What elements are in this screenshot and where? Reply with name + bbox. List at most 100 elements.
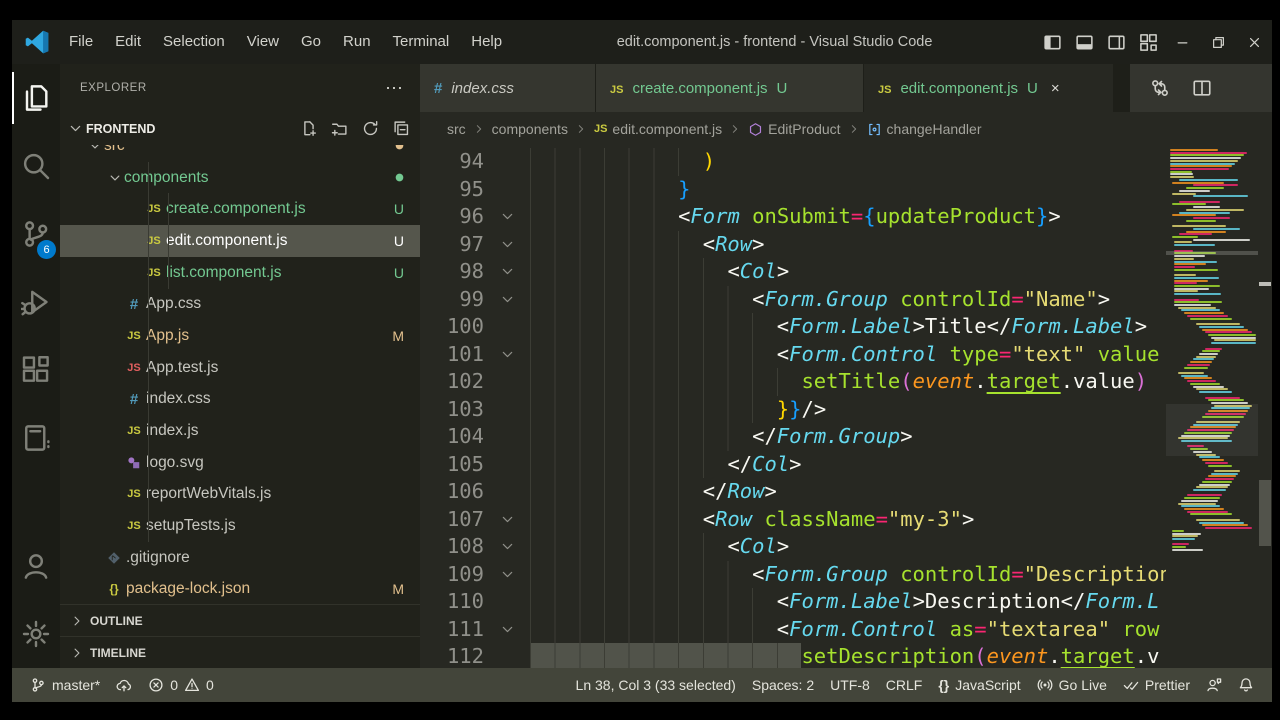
code-line-111[interactable]: 111<Form.Control as="textarea" row <box>420 616 1272 644</box>
code-line-110[interactable]: 110<Form.Label>Description</Form.L <box>420 588 1272 616</box>
file-index.css[interactable]: #index.css <box>60 384 420 416</box>
status-encoding[interactable]: UTF-8 <box>822 677 878 693</box>
breadcrumb-EditProduct[interactable]: EditProduct <box>748 121 840 137</box>
code-line-105[interactable]: 105</Col> <box>420 451 1272 479</box>
activity-source-control-icon[interactable]: 6 <box>12 200 60 268</box>
fold-chevron-icon[interactable] <box>484 203 530 231</box>
code-line-94[interactable]: 94) <box>420 148 1272 176</box>
code-line-106[interactable]: 106</Row> <box>420 478 1272 506</box>
fold-chevron-icon[interactable] <box>484 506 530 534</box>
timeline-section[interactable]: TIMELINE <box>60 636 420 668</box>
file-setupTests.js[interactable]: JSsetupTests.js <box>60 510 420 542</box>
breadcrumb-components[interactable]: components <box>492 121 568 137</box>
status-go-live[interactable]: Go Live <box>1029 677 1115 693</box>
open-changes-icon[interactable] <box>1150 78 1170 98</box>
code-line-101[interactable]: 101<Form.Control type="text" value <box>420 341 1272 369</box>
fold-chevron-icon[interactable] <box>484 616 530 644</box>
tab-create.component.js[interactable]: JScreate.component.jsU <box>596 64 864 112</box>
layout-sidebar-right-icon[interactable] <box>1100 26 1132 58</box>
tab-edit.component.js[interactable]: JSedit.component.jsU× <box>864 64 1114 112</box>
code-line-99[interactable]: 99<Form.Group controlId="Name"> <box>420 286 1272 314</box>
fold-chevron-icon[interactable] <box>484 341 530 369</box>
code-line-104[interactable]: 104</Form.Group> <box>420 423 1272 451</box>
menu-run[interactable]: Run <box>332 20 382 64</box>
code-line-95[interactable]: 95} <box>420 176 1272 204</box>
scrollbar-thumb[interactable] <box>1259 480 1271 546</box>
file-edit.component.js[interactable]: JSedit.component.jsU <box>60 225 420 257</box>
minimize-button[interactable] <box>1164 20 1200 64</box>
breadcrumb-changeHandler[interactable]: changeHandler <box>867 121 982 137</box>
code-line-98[interactable]: 98<Col> <box>420 258 1272 286</box>
code-line-103[interactable]: 103}}/> <box>420 396 1272 424</box>
status-eol[interactable]: CRLF <box>878 677 931 693</box>
folder-src[interactable]: src <box>60 145 420 162</box>
file-App.css[interactable]: #App.css <box>60 288 420 320</box>
split-editor-icon[interactable] <box>1192 78 1212 98</box>
code-line-100[interactable]: 100<Form.Label>Title</Form.Label> <box>420 313 1272 341</box>
file-index.js[interactable]: JSindex.js <box>60 415 420 447</box>
file-reportWebVitals.js[interactable]: JSreportWebVitals.js <box>60 479 420 511</box>
status-notifications[interactable] <box>1230 677 1262 693</box>
activity-explorer-icon[interactable] <box>12 64 60 132</box>
code-editor[interactable]: 94)95}96<Form onSubmit={updateProduct}>9… <box>420 146 1272 668</box>
breadcrumb-src[interactable]: src <box>447 121 466 137</box>
activity-run-debug-icon[interactable] <box>12 268 60 336</box>
layout-panel-icon[interactable] <box>1068 26 1100 58</box>
editor-scrollbar[interactable] <box>1258 146 1272 668</box>
new-folder-icon[interactable] <box>331 120 348 137</box>
minimap[interactable] <box>1166 146 1258 668</box>
file-create.component.js[interactable]: JScreate.component.jsU <box>60 193 420 225</box>
code-line-109[interactable]: 109<Form.Group controlId="Description" <box>420 561 1272 589</box>
close-button[interactable] <box>1236 20 1272 64</box>
breadcrumb-edit.component.js[interactable]: JSedit.component.js <box>594 121 722 137</box>
menu-help[interactable]: Help <box>460 20 513 64</box>
tab-close-icon[interactable]: × <box>1051 80 1060 97</box>
code-line-96[interactable]: 96<Form onSubmit={updateProduct}> <box>420 203 1272 231</box>
code-line-102[interactable]: 102setTitle(event.target.value) <box>420 368 1272 396</box>
code-line-107[interactable]: 107<Row className="my-3"> <box>420 506 1272 534</box>
workspace-section-header[interactable]: FRONTEND <box>60 112 420 145</box>
file-list.component.js[interactable]: JSlist.component.jsU <box>60 257 420 289</box>
fold-chevron-icon[interactable] <box>484 286 530 314</box>
minimap-slider[interactable] <box>1166 404 1258 456</box>
menu-selection[interactable]: Selection <box>152 20 236 64</box>
collapse-all-icon[interactable] <box>393 120 410 137</box>
fold-chevron-icon[interactable] <box>484 561 530 589</box>
activity-extensions-icon[interactable] <box>12 336 60 404</box>
code-line-112[interactable]: 112setDescription(event.target.v <box>420 643 1272 668</box>
activity-accounts-icon[interactable] <box>12 532 60 600</box>
activity-search-icon[interactable] <box>12 132 60 200</box>
fold-chevron-icon[interactable] <box>484 231 530 259</box>
new-file-icon[interactable] <box>300 120 317 137</box>
status-feedback[interactable] <box>1198 677 1230 693</box>
outline-section[interactable]: OUTLINE <box>60 604 420 636</box>
file-App.test.js[interactable]: JSApp.test.js <box>60 352 420 384</box>
file-logo.svg[interactable]: logo.svg <box>60 447 420 479</box>
fold-chevron-icon[interactable] <box>484 258 530 286</box>
status-problems[interactable]: 00 <box>140 677 222 693</box>
status-indentation[interactable]: Spaces: 2 <box>744 677 822 693</box>
refresh-icon[interactable] <box>362 120 379 137</box>
layout-custom-icon[interactable] <box>1132 26 1164 58</box>
menu-terminal[interactable]: Terminal <box>382 20 461 64</box>
status-prettier[interactable]: Prettier <box>1115 677 1198 693</box>
folder-components[interactable]: components <box>60 162 420 194</box>
status-cursor-position[interactable]: Ln 38, Col 3 (33 selected) <box>568 677 744 693</box>
layout-sidebar-left-icon[interactable] <box>1036 26 1068 58</box>
menu-file[interactable]: File <box>58 20 104 64</box>
menu-view[interactable]: View <box>236 20 290 64</box>
file-package-lock.json[interactable]: {}package-lock.jsonM <box>60 574 420 604</box>
activity-notebook-icon[interactable] <box>12 404 60 472</box>
code-line-108[interactable]: 108<Col> <box>420 533 1272 561</box>
tab-index.css[interactable]: #index.css <box>420 64 596 112</box>
status-git-branch[interactable]: master* <box>22 677 108 693</box>
activity-settings-icon[interactable] <box>12 600 60 668</box>
code-line-97[interactable]: 97<Row> <box>420 231 1272 259</box>
explorer-more-actions-icon[interactable]: ⋯ <box>385 78 404 99</box>
fold-chevron-icon[interactable] <box>484 533 530 561</box>
restore-button[interactable] <box>1200 20 1236 64</box>
more-actions-icon[interactable] <box>1234 78 1254 98</box>
file-App.js[interactable]: JSApp.jsM <box>60 320 420 352</box>
status-sync[interactable] <box>108 677 140 693</box>
status-language-mode[interactable]: {}JavaScript <box>930 677 1028 693</box>
